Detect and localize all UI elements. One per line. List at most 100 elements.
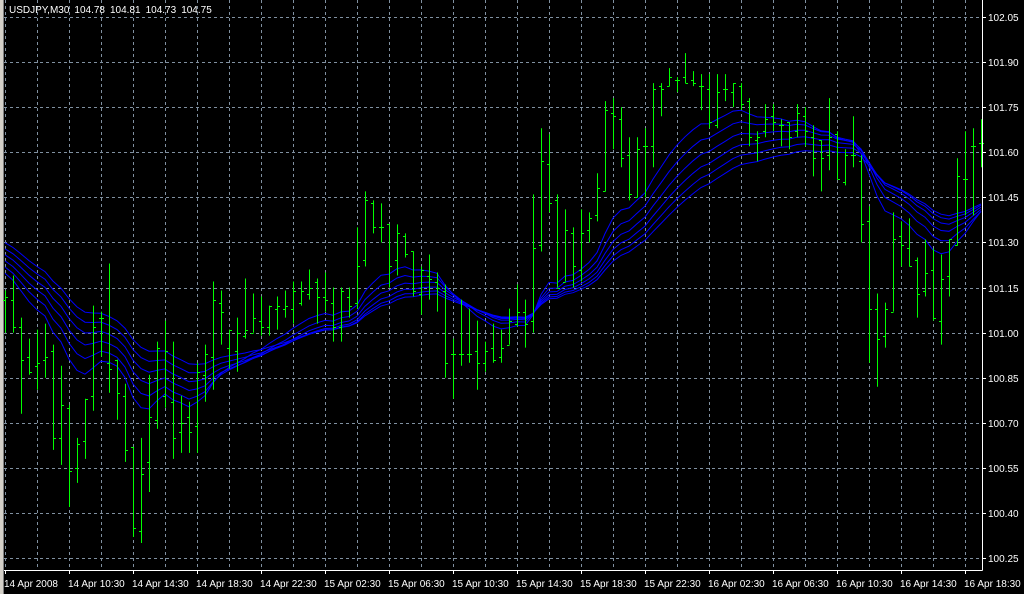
price-label: 102.05	[988, 13, 1019, 24]
ohlc-bar	[531, 194, 536, 333]
time-label: 14 Apr 14:30	[132, 579, 189, 590]
close-price: 104.75	[181, 5, 212, 16]
ohlc-bar	[107, 263, 112, 393]
ohlc-bar	[339, 287, 344, 342]
ohlc-bar	[523, 299, 528, 348]
ohlc-bar	[11, 275, 16, 333]
ohlc-bar	[467, 308, 472, 363]
ohlc-bar	[59, 365, 64, 465]
ohlc-bar	[379, 203, 384, 243]
ohlc-bar	[579, 209, 584, 282]
price-label: 101.90	[988, 58, 1019, 69]
price-label: 100.25	[988, 554, 1019, 565]
ohlc-bar	[347, 287, 352, 318]
ohlc-bar	[563, 209, 568, 283]
ohlc-bar	[515, 284, 520, 327]
ohlc-bar	[739, 83, 744, 111]
price-label: 101.75	[988, 103, 1019, 114]
price-label: 100.40	[988, 509, 1019, 520]
low-price: 104.73	[145, 5, 177, 16]
time-label: 15 Apr 22:30	[644, 579, 701, 590]
ohlc-bar	[75, 437, 80, 483]
time-label: 15 Apr 14:30	[516, 579, 573, 590]
ohlc-bar	[259, 296, 264, 336]
price-label: 100.55	[988, 464, 1019, 475]
ohlc-bar	[547, 134, 552, 213]
ohlc-bar	[635, 137, 640, 198]
ohlc-bar	[883, 302, 888, 348]
time-label: 16 Apr 10:30	[836, 579, 893, 590]
ohlc-bar	[251, 293, 256, 334]
ohlc-bar	[363, 191, 368, 267]
ohlc-bar	[91, 305, 96, 411]
ohlc-bar	[699, 74, 704, 111]
ohlc-bar	[371, 200, 376, 234]
grid	[4, 0, 982, 570]
ohlc-bar	[611, 98, 616, 150]
time-label: 15 Apr 10:30	[452, 579, 509, 590]
ohlc-bar	[43, 323, 48, 378]
ohlc-bar	[387, 224, 392, 288]
ohlc-bar	[459, 299, 464, 366]
ohlc-bar	[203, 344, 208, 402]
ohlc-bar	[891, 212, 896, 313]
ohlc-bar	[491, 323, 496, 363]
ohlc-bar	[915, 257, 920, 318]
ohlc-bar	[35, 329, 40, 390]
ohlc-bar	[195, 362, 200, 453]
time-axis: 14 Apr 2008 14 Apr 10:30 14 Apr 14:30 14 Ap…	[4, 570, 1021, 590]
ohlc-bars	[3, 53, 984, 544]
ohlc-bar	[667, 68, 672, 87]
open-price: 104.78	[74, 5, 105, 16]
ohlc-bar	[419, 266, 424, 315]
time-label: 14 Apr 22:30	[260, 579, 317, 590]
ohlc-bar	[747, 98, 752, 147]
ohlc-bar	[227, 329, 232, 369]
ohlc-bar	[979, 119, 984, 168]
ohlc-bar	[603, 101, 608, 192]
ohlc-bar	[3, 290, 8, 333]
ohlc-bar	[315, 278, 320, 324]
ohlc-bar	[403, 233, 408, 258]
ohlc-bar	[843, 149, 848, 186]
price-label: 101.60	[988, 148, 1019, 159]
time-label: 14 Apr 10:30	[68, 579, 125, 590]
ohlc-bar	[923, 239, 928, 297]
ohlc-bar	[755, 131, 760, 162]
ohlc-bar	[123, 383, 128, 462]
ohlc-bar	[947, 239, 952, 297]
ohlc-bar	[355, 227, 360, 309]
ohlc-bar	[659, 83, 664, 117]
ohlc-bar	[483, 341, 488, 372]
ohlc-bar	[867, 206, 872, 363]
ohlc-bar	[51, 344, 56, 450]
time-label: 14 Apr 18:30	[196, 579, 253, 590]
ohlc-bar	[555, 194, 560, 289]
ohlc-bar	[147, 374, 152, 492]
chart-header: USDJPY,M30 104.78 104.81 104.73 104.75	[9, 5, 217, 16]
price-axis: 102.05 101.90 101.75 101.60 101.45 101.30 101.…	[982, 13, 1019, 565]
ohlc-bar	[819, 140, 824, 192]
ohlc-bar	[731, 83, 736, 108]
ohlc-bar	[155, 341, 160, 429]
ohlc-bar	[219, 290, 224, 345]
price-label: 100.85	[988, 374, 1019, 385]
ohlc-bar	[651, 83, 656, 168]
ohlc-bar	[683, 53, 688, 84]
ohlc-bar	[499, 329, 504, 363]
ohlc-bar	[619, 107, 624, 168]
time-label: 16 Apr 14:30	[900, 579, 957, 590]
price-chart[interactable]: 102.05 101.90 101.75 101.60 101.45 101.30 101.…	[0, 0, 1024, 594]
ohlc-bar	[139, 437, 144, 544]
axes	[4, 0, 983, 571]
ohlc-bar	[723, 74, 728, 102]
price-label: 100.70	[988, 419, 1019, 430]
ohlc-bar	[99, 311, 104, 357]
ohlc-bar	[299, 281, 304, 306]
time-label: 16 Apr 06:30	[772, 579, 829, 590]
ohlc-bar	[283, 290, 288, 318]
price-label: 101.00	[988, 329, 1019, 340]
ohlc-bar	[643, 128, 648, 198]
ohlc-bar	[899, 221, 904, 267]
symbol-timeframe: USDJPY,M30	[9, 5, 70, 16]
